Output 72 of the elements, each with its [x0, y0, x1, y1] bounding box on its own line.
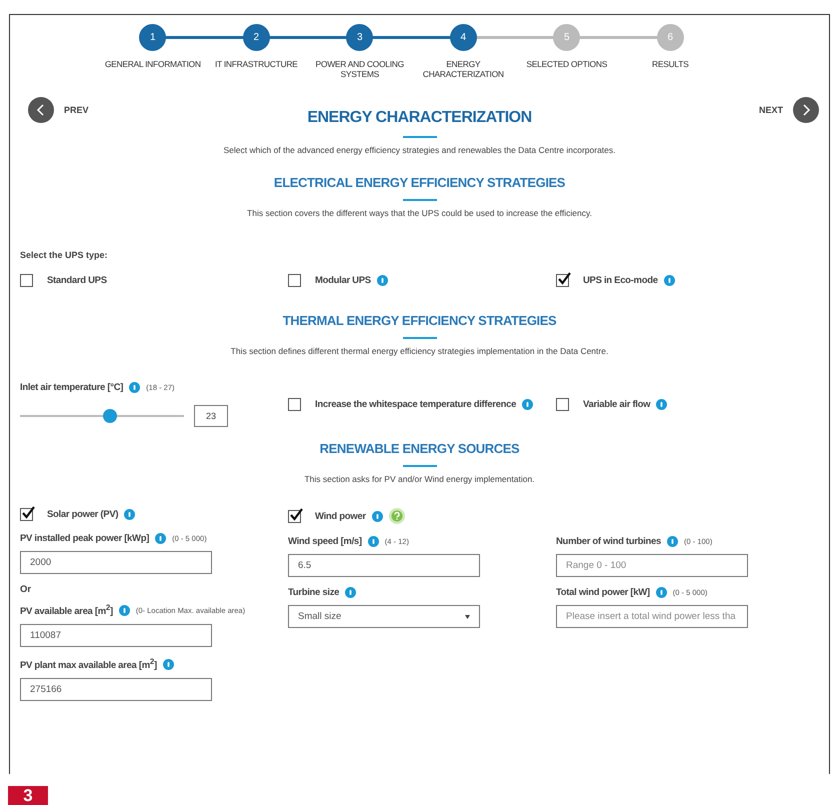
section-title: RENEWABLE ENERGY SOURCES: [320, 441, 520, 456]
checkbox[interactable]: [556, 398, 569, 411]
step-label: IT INFRASTRUCTURE: [214, 59, 299, 69]
figure-number: 3: [8, 786, 48, 805]
step-button[interactable]: 1: [139, 24, 166, 51]
info-icon[interactable]: [376, 275, 388, 286]
option-label: Variable air flow: [583, 399, 650, 410]
input-field[interactable]: Please insert a total wind power less tha: [556, 605, 748, 628]
step-label: POWER AND COOLING SYSTEMS: [314, 59, 405, 79]
field-label: PV installed peak power [kWp]: [20, 533, 150, 544]
info-icon[interactable]: [372, 510, 383, 522]
chevron-right-icon: [793, 97, 819, 123]
next-button[interactable]: NEXT: [729, 97, 819, 123]
page-subtitle: Select which of the advanced energy efficiency strategies and renewables the Data Centre incorporates.: [223, 145, 616, 155]
info-icon[interactable]: [667, 536, 678, 547]
info-icon[interactable]: [345, 587, 356, 598]
step-button[interactable]: 3: [346, 24, 374, 51]
field-label: PV available area [m$^{2}$]: [20, 603, 113, 618]
checkbox[interactable]: [20, 508, 33, 521]
info-icon[interactable]: [664, 275, 675, 286]
info-icon[interactable]: [522, 399, 534, 410]
field-label: Total wind power [kW]: [556, 587, 650, 598]
input-field[interactable]: Range 0 - 100: [556, 554, 748, 577]
section-title: ELECTRICAL ENERGY EFFICIENCY STRATEGIES: [274, 175, 566, 190]
field-label: Inlet air temperature [°C]: [20, 382, 124, 393]
step-label: ENERGY CHARACTERIZATION: [422, 59, 505, 79]
checkbox[interactable]: [288, 398, 301, 411]
checkbox[interactable]: [20, 274, 33, 287]
option-label: Wind power: [315, 510, 366, 522]
input-field[interactable]: 6.5: [288, 554, 480, 577]
step-label: GENERAL INFORMATION: [104, 59, 201, 69]
option-label: UPS in Eco-mode: [583, 275, 658, 286]
option-label: Solar power (PV): [47, 509, 118, 520]
caret-icon: [465, 614, 470, 618]
option-label: Modular UPS: [315, 275, 371, 286]
field-label: PV plant max available area [m$^{2}$]: [20, 657, 157, 672]
value-field[interactable]: 23: [194, 405, 228, 427]
option-label: Increase the whitespace temperature difference: [315, 399, 516, 410]
input-field[interactable]: 2000: [20, 551, 212, 574]
info-icon[interactable]: [656, 587, 667, 598]
step-button[interactable]: 4: [450, 24, 477, 51]
step-button[interactable]: 2: [242, 24, 270, 51]
info-icon[interactable]: [129, 382, 140, 393]
help-icon[interactable]: [388, 508, 405, 524]
section-title: THERMAL ENERGY EFFICIENCY STRATEGIES: [282, 313, 556, 328]
option-label: Standard UPS: [47, 275, 107, 286]
info-icon[interactable]: [118, 604, 130, 616]
step-label: SELECTED OPTIONS: [525, 59, 608, 69]
info-icon[interactable]: [162, 658, 174, 670]
field-label: Turbine size: [288, 587, 340, 598]
section-description: This section asks for PV and/or Wind energy implementation.: [304, 474, 535, 484]
checkbox[interactable]: [288, 274, 301, 287]
section-description: This section defines different thermal energy efficiency strategies implementation in the Data Centre.: [230, 346, 608, 356]
checkbox[interactable]: [556, 274, 569, 287]
chevron-left-icon: [28, 97, 54, 123]
dropdown[interactable]: Small size: [288, 605, 480, 628]
section-description: This section covers the different ways that the UPS could be used to increase the efficiency.: [247, 208, 592, 218]
field-label: Number of wind turbines: [556, 536, 661, 547]
input-field[interactable]: 110087: [20, 624, 212, 648]
ups-prompt: Select the UPS type:: [20, 250, 109, 260]
field-label: Wind speed [m/s]: [288, 536, 362, 547]
info-icon[interactable]: [368, 536, 379, 547]
info-icon[interactable]: [155, 533, 166, 544]
prev-button[interactable]: PREV: [28, 97, 118, 123]
or-label: Or: [20, 584, 32, 595]
info-icon[interactable]: [124, 509, 136, 520]
info-icon[interactable]: [656, 399, 668, 410]
slider-thumb[interactable]: [102, 409, 116, 423]
checkbox[interactable]: [288, 510, 301, 522]
step-label: RESULTS: [651, 59, 690, 69]
input-field[interactable]: 275166: [20, 678, 212, 702]
page-title: ENERGY CHARACTERIZATION: [307, 109, 532, 127]
